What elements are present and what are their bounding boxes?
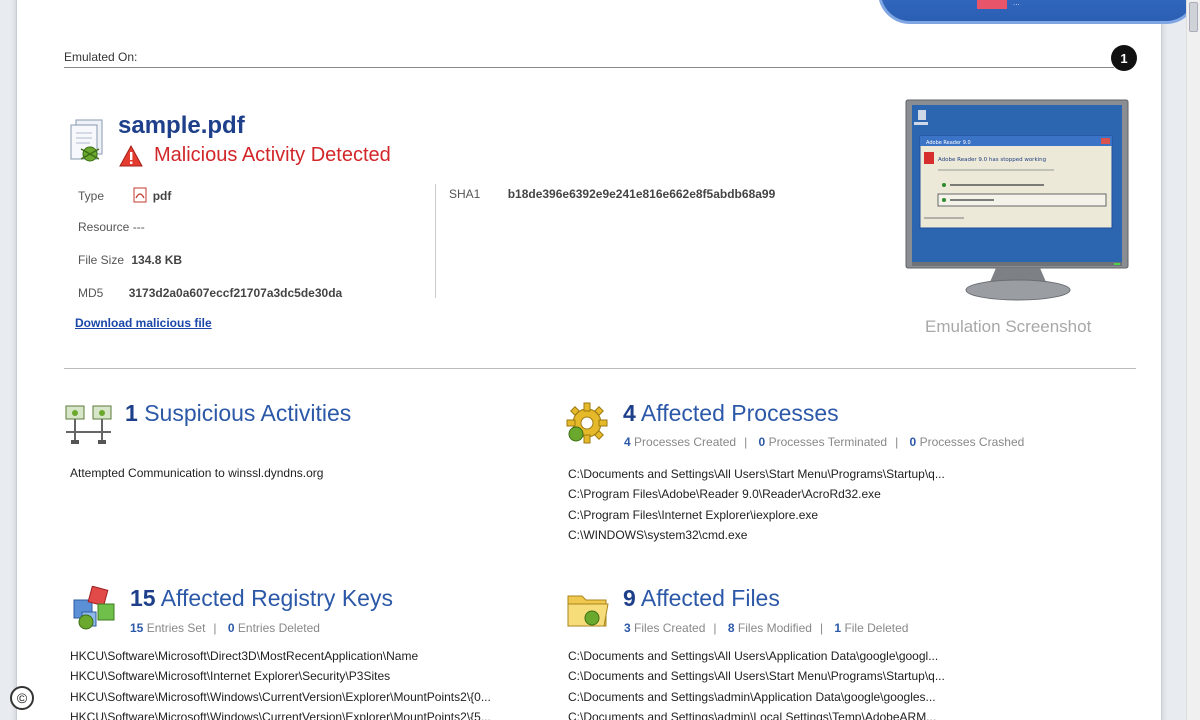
resource-value: --- (132, 220, 145, 234)
emulation-screenshot-thumbnail[interactable]: Adobe Reader 9.0 Adobe Reader 9.0 has st… (904, 98, 1132, 304)
sha1-label: SHA1 (449, 187, 481, 201)
affected-registry-title: 15 Affected Registry Keys (130, 585, 393, 612)
processes-created-count: 4 (624, 435, 631, 449)
section-divider (64, 368, 1136, 369)
files-deleted-label: File Deleted (844, 621, 909, 635)
list-item: C:\Program Files\Adobe\Reader 9.0\Reader… (568, 487, 881, 501)
processes-created-label: Processes Created (634, 435, 737, 449)
prop-resource: Resource --- (78, 220, 145, 234)
scrollbar-thumb[interactable] (1189, 2, 1198, 32)
prop-size: File Size 134.8 KB (78, 253, 182, 267)
column-divider (435, 184, 436, 298)
files-summary: 3 Files Created | 8 Files Modified | 1 Fil… (624, 621, 909, 635)
banner-text: ... (1013, 0, 1020, 7)
gear-icon (566, 402, 608, 444)
list-item: HKCU\Software\Microsoft\Windows\CurrentV… (70, 690, 491, 704)
list-item: C:\Documents and Settings\All Users\Appl… (568, 649, 939, 663)
entries-set-count: 15 (130, 621, 144, 635)
list-item: HKCU\Software\Microsoft\Direct3D\MostRec… (70, 649, 419, 663)
step-badge: 1 (1111, 45, 1137, 71)
entries-deleted-count: 0 (227, 621, 235, 635)
list-item: C:\Documents and Settings\admin\Local Se… (568, 710, 937, 720)
svg-text:Adobe Reader 9.0: Adobe Reader 9.0 (926, 140, 971, 146)
list-item: C:\Documents and Settings\All Users\Star… (568, 669, 945, 683)
type-label: Type (78, 189, 105, 203)
file-name: sample.pdf (118, 112, 245, 139)
folder-icon (567, 595, 609, 627)
registry-count: 15 (130, 585, 156, 611)
vertical-scrollbar[interactable] (1186, 0, 1200, 720)
suspicious-activities-title: 1 Suspicious Activities (125, 400, 351, 427)
list-item: Attempted Communication to winssl.dyndns… (70, 466, 324, 480)
sha1-value: b18de396e6392e9e241e816e662e8f5abdb68a99 (507, 187, 776, 201)
dialog-title-text: Adobe Reader 9.0 has stopped working (938, 157, 1046, 163)
list-item: C:\Documents and Settings\admin\Applicat… (568, 690, 936, 704)
pdf-icon (133, 187, 147, 203)
list-item: HKCU\Software\Microsoft\Internet Explore… (70, 669, 391, 683)
md5-value: 3173d2a0a607eccf21707a3dc5de30da (128, 286, 343, 300)
files-deleted-count: 1 (834, 621, 842, 635)
files-title-text: Affected Files (640, 585, 780, 611)
document-bug-icon (70, 119, 103, 162)
registry-title-text: Affected Registry Keys (160, 585, 393, 611)
registry-icon (73, 586, 115, 630)
entries-deleted-label: Entries Deleted (237, 621, 320, 635)
processes-terminated-count: 0 (758, 435, 766, 449)
size-label: File Size (78, 253, 125, 267)
resource-label: Resource (78, 220, 130, 234)
emulation-screenshot-caption: Emulation Screenshot (925, 317, 1092, 336)
files-modified-label: Files Modified (737, 621, 812, 635)
list-item: C:\Program Files\Internet Explorer\iexpl… (568, 508, 819, 522)
list-item: HKCU\Software\Microsoft\Windows\CurrentV… (70, 710, 491, 720)
affected-processes-title: 4 Affected Processes (623, 400, 839, 427)
processes-summary: 4 Processes Created | 0 Processes Termina… (624, 435, 1025, 449)
suspicious-count: 1 (125, 400, 138, 426)
prop-md5: MD5 3173d2a0a607eccf21707a3dc5de30da (78, 286, 342, 300)
prop-sha1: SHA1 b18de396e6392e9e241e816e662e8f5abdb… (449, 187, 775, 201)
processes-terminated-label: Processes Terminated (768, 435, 888, 449)
files-created-label: Files Created (634, 621, 706, 635)
flag-icon (977, 0, 1007, 9)
processes-crashed-count: 0 (909, 435, 917, 449)
size-value: 134.8 KB (131, 253, 183, 267)
copyright-icon: © (10, 686, 34, 710)
download-malicious-file-link[interactable]: Download malicious file (75, 316, 212, 330)
files-count: 9 (623, 585, 636, 611)
emulated-on-label: Emulated On: (64, 50, 138, 64)
warning-icon (119, 145, 143, 167)
files-created-count: 3 (624, 621, 631, 635)
prop-type: Type pdf (78, 187, 171, 203)
list-item: C:\WINDOWS\system32\cmd.exe (568, 528, 748, 542)
processes-title-text: Affected Processes (640, 400, 839, 426)
md5-label: MD5 (78, 286, 104, 300)
processes-count: 4 (623, 400, 636, 426)
network-icon (65, 405, 112, 444)
header-banner: ... (878, 0, 1198, 24)
suspicious-title-text: Suspicious Activities (144, 400, 352, 426)
divider (64, 67, 1114, 68)
verdict-text: Malicious Activity Detected (154, 144, 391, 166)
processes-crashed-label: Processes Crashed (919, 435, 1025, 449)
entries-set-label: Entries Set (146, 621, 206, 635)
type-value: pdf (152, 189, 172, 203)
list-item: C:\Documents and Settings\All Users\Star… (568, 467, 945, 481)
affected-files-title: 9 Affected Files (623, 585, 780, 612)
registry-summary: 15 Entries Set | 0 Entries Deleted (130, 621, 320, 635)
files-modified-count: 8 (727, 621, 735, 635)
